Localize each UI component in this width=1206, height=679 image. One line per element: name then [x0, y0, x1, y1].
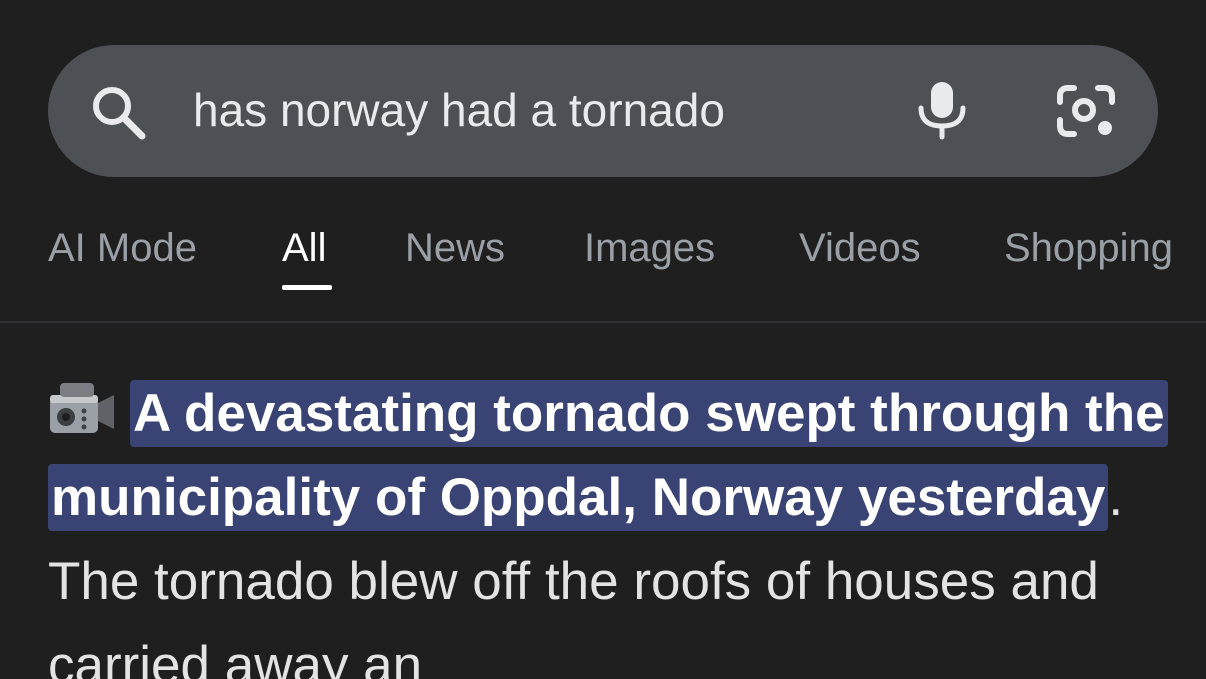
video-camera-icon — [50, 383, 114, 433]
search-tabs: AI Mode All News Images Videos Shopping — [0, 215, 1206, 295]
search-icon[interactable] — [88, 82, 148, 142]
tab-videos[interactable]: Videos — [799, 223, 921, 273]
search-input[interactable]: has norway had a tornado — [193, 80, 725, 140]
tab-news[interactable]: News — [405, 223, 505, 273]
tab-shopping[interactable]: Shopping — [1004, 223, 1173, 273]
google-lens-icon[interactable] — [1054, 82, 1118, 140]
microphone-icon[interactable] — [914, 80, 970, 140]
active-tab-indicator — [282, 285, 332, 290]
highlighted-answer: A devastating tornado swept through the … — [48, 380, 1168, 531]
result-snippet: A devastating tornado swept through the … — [48, 372, 1168, 679]
tab-all[interactable]: All — [282, 223, 326, 273]
tab-ai-mode[interactable]: AI Mode — [48, 223, 197, 273]
header-divider — [0, 321, 1206, 323]
tab-images[interactable]: Images — [584, 223, 715, 273]
search-results-page: has norway had a tornado AI Mode All New… — [0, 0, 1206, 679]
